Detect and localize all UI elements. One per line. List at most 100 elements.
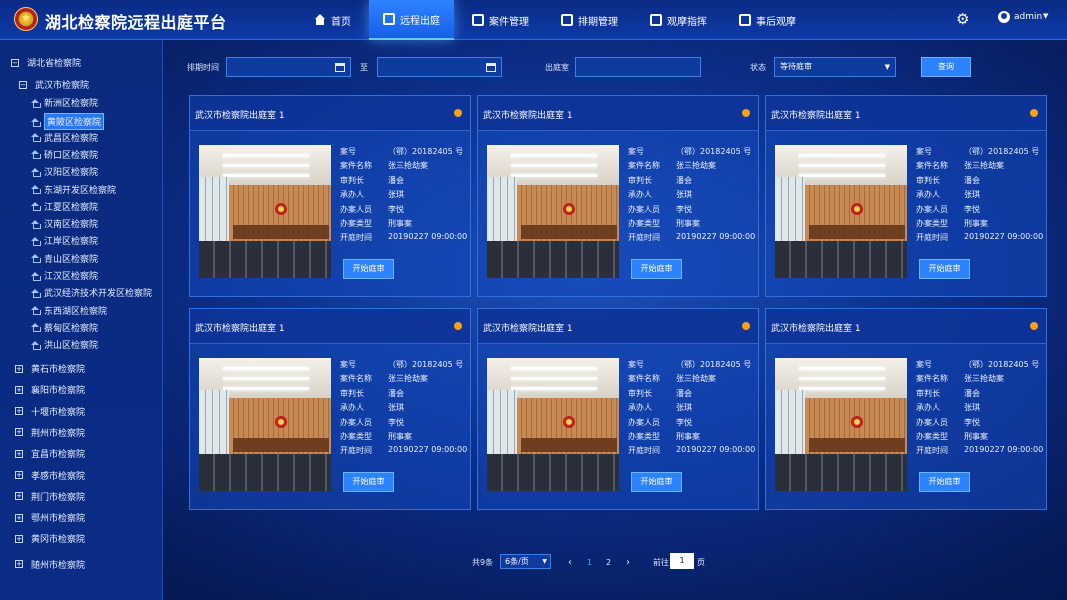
end-date-input[interactable]	[377, 57, 502, 77]
info-row-case-no: 案号 （鄂）20182405 号	[916, 359, 1044, 373]
tree-leaf-district[interactable]: 江汉区检察院	[31, 269, 98, 282]
info-value: 刑事案	[388, 218, 412, 228]
page-number-1[interactable]: 1	[587, 554, 592, 570]
tree-node-wuhan[interactable]: − 武汉市检察院	[19, 78, 89, 91]
info-value: 潘会	[388, 388, 404, 398]
court-room-card: 武汉市检察院出庭室 1 案号 （鄂）20182405 号案件名称 张三抢劫案 审判长 潘会…	[765, 308, 1047, 510]
info-value: （鄂）20182405 号	[964, 360, 1040, 369]
info-key: 案件名称	[628, 374, 660, 384]
calendar-icon[interactable]	[486, 63, 496, 72]
court-room-card: 武汉市检察院出庭室 1 案号 （鄂）20182405 号案件名称 张三抢劫案 审判长 潘会…	[189, 308, 471, 510]
tree-node-city[interactable]: + 鄂州市检察院	[15, 511, 85, 524]
info-value: 刑事案	[964, 431, 988, 441]
chevron-down-icon: ▼	[542, 558, 547, 565]
tree-node-city[interactable]: + 黄石市检察院	[15, 362, 85, 375]
info-key: 承办人	[340, 403, 364, 413]
expand-toggle-icon[interactable]: +	[15, 513, 23, 522]
tree-node-city[interactable]: + 荆州市检察院	[15, 426, 85, 439]
tree-leaf-district[interactable]: 江夏区检察院	[31, 200, 98, 213]
court-room-input[interactable]	[575, 57, 701, 77]
tree-node-city[interactable]: + 宜昌市检察院	[15, 447, 85, 460]
card-title: 武汉市检察院出庭室 1	[771, 111, 861, 121]
nav-post-observe[interactable]: 事后观摩	[725, 0, 810, 40]
tree-leaf-district[interactable]: 汉阳区检察院	[31, 165, 98, 178]
nav-schedule-management[interactable]: 排期管理	[547, 0, 632, 40]
status-select[interactable]: 等待庭审 ▼	[774, 57, 896, 77]
expand-toggle-icon[interactable]: +	[15, 560, 23, 569]
collapse-toggle-icon[interactable]: −	[11, 58, 19, 67]
tree-leaf-district[interactable]: 蔡甸区检察院	[31, 321, 98, 334]
tree-leaf-district[interactable]: 东湖开发区检察院	[31, 183, 116, 196]
tree-leaf-district[interactable]: 东西湖区检察院	[31, 304, 107, 317]
info-key: 案号	[916, 360, 932, 369]
nav-observe-command[interactable]: 观摩指挥	[636, 0, 721, 40]
procuratorate-emblem-icon	[14, 7, 38, 31]
tree-node-root[interactable]: − 湖北省检察院	[11, 56, 81, 69]
user-avatar-icon[interactable]	[998, 11, 1010, 23]
info-row-handler: 承办人 张琪	[916, 402, 1044, 416]
info-row-type: 办案类型 刑事案	[628, 218, 756, 232]
expand-toggle-icon[interactable]: +	[15, 364, 23, 373]
info-row-assistant: 办案人员 李悦	[916, 417, 1044, 431]
user-menu-caret-icon[interactable]: ▼	[1043, 12, 1048, 20]
card-header: 武汉市检察院出庭室 1	[478, 96, 758, 131]
settings-gear-icon[interactable]: ⚙	[956, 10, 969, 28]
tree-leaf-district[interactable]: 江岸区检察院	[31, 234, 98, 247]
start-trial-button[interactable]: 开始庭审	[343, 259, 394, 279]
tree-node-label: 荆州市检察院	[31, 428, 86, 439]
expand-toggle-icon[interactable]: +	[15, 492, 23, 501]
tree-node-city[interactable]: + 孝感市检察院	[15, 469, 85, 482]
user-name[interactable]: admin	[1014, 12, 1042, 22]
info-value: 李悦	[964, 204, 980, 214]
tree-leaf-district[interactable]: 武汉经济技术开发区检察院	[31, 286, 152, 299]
tree-leaf-district[interactable]: 新洲区检察院	[31, 96, 98, 109]
start-trial-button[interactable]: 开始庭审	[919, 259, 970, 279]
tree-leaf-district[interactable]: 武昌区检察院	[31, 131, 98, 144]
info-value: 刑事案	[388, 431, 412, 441]
courtroom-photo	[775, 145, 907, 278]
start-date-input[interactable]	[226, 57, 351, 77]
expand-toggle-icon[interactable]: +	[15, 449, 23, 458]
start-trial-button[interactable]: 开始庭审	[919, 472, 970, 492]
tree-leaf-district[interactable]: 黄陂区检察院	[31, 113, 105, 131]
tree-leaf-district[interactable]: 硚口区检察院	[31, 148, 98, 161]
info-value: 潘会	[676, 175, 692, 185]
prev-page-icon[interactable]: ‹	[568, 554, 572, 570]
info-row-case-name: 案件名称 张三抢劫案	[916, 160, 1044, 174]
collapse-toggle-icon[interactable]: −	[19, 80, 27, 89]
nav-home[interactable]: 首页	[300, 0, 365, 40]
expand-toggle-icon[interactable]: +	[15, 385, 23, 394]
page-number-2[interactable]: 2	[606, 554, 611, 570]
tree-node-label: 荆门市检察院	[31, 492, 86, 503]
card-title: 武汉市检察院出庭室 1	[195, 324, 285, 334]
tree-node-city[interactable]: + 十堰市检察院	[15, 405, 85, 418]
tree-leaf-district[interactable]: 汉南区检察院	[31, 217, 98, 230]
calendar-icon[interactable]	[335, 63, 345, 72]
expand-toggle-icon[interactable]: +	[15, 407, 23, 416]
nav-case-management[interactable]: 案件管理	[458, 0, 543, 40]
start-trial-button[interactable]: 开始庭审	[631, 259, 682, 279]
tree-node-city[interactable]: + 随州市检察院	[15, 558, 85, 571]
home-icon	[31, 236, 41, 246]
info-row-type: 办案类型 刑事案	[916, 218, 1044, 232]
next-page-icon[interactable]: ›	[626, 554, 630, 570]
page-size-select[interactable]: 6条/页 ▼	[500, 554, 551, 569]
goto-page-input[interactable]: 1	[670, 553, 694, 569]
tree-leaf-district[interactable]: 青山区检察院	[31, 252, 98, 265]
tree-node-city[interactable]: + 荆门市检察院	[15, 490, 85, 503]
case-info: 案号 （鄂）20182405 号案件名称 张三抢劫案 审判长 潘会 承办人 张琪 办案人员 李悦…	[628, 359, 756, 460]
expand-toggle-icon[interactable]: +	[15, 471, 23, 479]
expand-toggle-icon[interactable]: +	[15, 534, 23, 543]
info-key: 办案类型	[340, 431, 372, 441]
nav-remote-court[interactable]: 远程出庭	[369, 0, 454, 40]
query-button[interactable]: 查询	[921, 57, 971, 77]
start-trial-button[interactable]: 开始庭审	[631, 472, 682, 492]
info-key: 审判长	[628, 388, 652, 398]
info-row-judge: 审判长 潘会	[628, 388, 756, 402]
tree-node-city[interactable]: + 黄冈市检察院	[15, 532, 85, 545]
tree-node-city[interactable]: + 襄阳市检察院	[15, 383, 85, 396]
status-dot-icon	[1030, 322, 1038, 330]
start-trial-button[interactable]: 开始庭审	[343, 472, 394, 492]
tree-leaf-district[interactable]: 洪山区检察院	[31, 338, 98, 351]
expand-toggle-icon[interactable]: +	[15, 428, 23, 437]
